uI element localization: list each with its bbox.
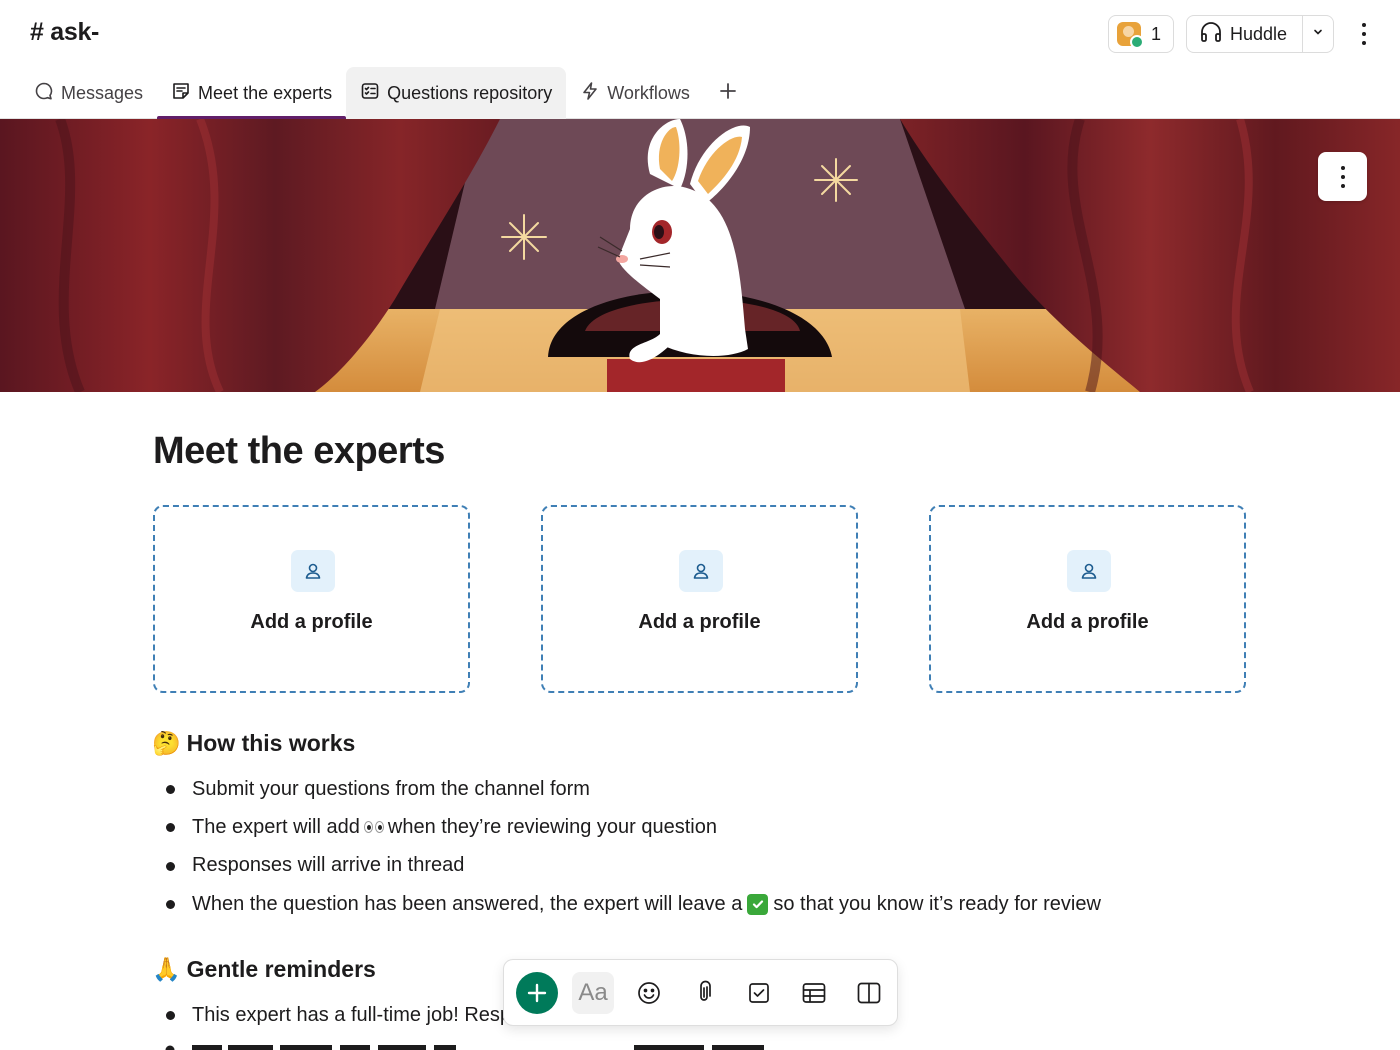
banner-options-button[interactable] — [1318, 152, 1367, 201]
huddle-button-group: Huddle — [1186, 15, 1334, 53]
members-count: 1 — [1151, 23, 1162, 44]
list-item: This expert has a full-time job! Resp — [164, 996, 511, 1034]
user-icon — [679, 550, 723, 592]
plus-icon — [527, 983, 547, 1002]
list-item-text: The expert will add — [192, 815, 360, 838]
user-icon — [291, 550, 335, 592]
checklist-button[interactable] — [738, 972, 779, 1014]
section-title: Gentle reminders — [186, 956, 376, 982]
more-vertical-icon — [1362, 23, 1366, 27]
how-it-works-heading: 🤔 How this works — [152, 730, 355, 757]
add-profile-label: Add a profile — [250, 611, 373, 633]
smiley-icon — [637, 981, 660, 1004]
tab-label: Questions repository — [387, 82, 553, 103]
list-item: Responses will arrive in thread — [164, 847, 1101, 885]
list-item-text: when they’re reviewing your question — [387, 815, 717, 838]
channel-header: # ask- 1 Huddle Messages Meet the expert… — [0, 0, 1400, 119]
gentle-reminders-list: This expert has a full-time job! Resp — [164, 996, 511, 1034]
tab-questions-repository[interactable]: Questions repository — [346, 67, 567, 119]
page-title: Meet the experts — [153, 430, 445, 472]
check-mark-emoji — [747, 893, 769, 915]
canvas-icon — [171, 81, 191, 106]
list-icon — [360, 81, 380, 106]
partially-hidden-text — [165, 1045, 764, 1050]
emoji-button[interactable] — [628, 972, 669, 1014]
more-options-button[interactable] — [1352, 19, 1376, 49]
channel-title[interactable]: # ask- — [30, 18, 99, 47]
checkbox-icon — [748, 982, 769, 1003]
magician-rabbit-illustration — [0, 119, 1400, 392]
add-profile-card[interactable]: Add a profile — [153, 505, 470, 693]
tab-workflows[interactable]: Workflows — [566, 67, 704, 119]
list-item-text: so that you know it’s ready for review — [773, 892, 1101, 915]
tab-label: Meet the experts — [198, 82, 333, 103]
tab-messages[interactable]: Messages — [20, 67, 157, 119]
table-button[interactable] — [793, 972, 834, 1014]
add-profile-card[interactable]: Add a profile — [929, 505, 1246, 693]
paperclip-icon — [699, 980, 711, 1001]
folded-hands-emoji: 🙏 — [152, 956, 181, 982]
add-profile-card[interactable]: Add a profile — [541, 505, 858, 693]
add-profile-label: Add a profile — [638, 611, 761, 633]
avatar — [1117, 22, 1144, 49]
list-item: The expert will add when they’re reviewi… — [164, 808, 1101, 846]
add-tab-button[interactable] — [704, 67, 752, 119]
tab-label: Workflows — [607, 82, 690, 103]
hero-banner — [0, 119, 1400, 392]
channel-tabs: Messages Meet the experts Questions repo… — [20, 67, 752, 119]
list-item: Submit your questions from the channel f… — [164, 770, 1101, 808]
gentle-reminders-heading: 🙏 Gentle reminders — [152, 956, 376, 983]
tab-label: Messages — [61, 82, 144, 103]
list-item-text: When the question has been answered, the… — [192, 892, 743, 915]
text-format-button[interactable]: Aa — [572, 971, 614, 1014]
tab-meet-the-experts[interactable]: Meet the experts — [157, 67, 347, 119]
eyes-emoji — [363, 821, 384, 834]
members-button[interactable]: 1 — [1108, 15, 1174, 53]
list-item: When the question has been answered, the… — [164, 885, 1101, 923]
list-item-text: Responses will arrive in thread — [192, 854, 465, 877]
user-icon — [1067, 550, 1111, 592]
plus-icon — [718, 81, 738, 106]
insert-button[interactable] — [516, 971, 558, 1014]
layout-button[interactable] — [848, 972, 889, 1014]
huddle-button[interactable]: Huddle — [1187, 16, 1304, 52]
chat-bubble-icon — [34, 81, 54, 106]
attach-button[interactable] — [683, 972, 724, 1014]
lightning-icon — [580, 81, 600, 106]
section-title: How this works — [186, 730, 356, 756]
headphones-icon — [1199, 20, 1223, 49]
thinking-face-emoji: 🤔 — [152, 730, 181, 756]
how-it-works-list: Submit your questions from the channel f… — [164, 770, 1101, 923]
list-item-text: This expert has a full-time job! Resp — [192, 1003, 512, 1026]
more-vertical-icon — [1340, 165, 1345, 170]
table-icon — [802, 982, 825, 1003]
huddle-label: Huddle — [1230, 23, 1288, 44]
chevron-down-icon — [1312, 25, 1324, 43]
canvas-insert-toolbar: Aa — [503, 959, 898, 1026]
columns-icon — [857, 982, 880, 1003]
list-item-text: Submit your questions from the channel f… — [192, 777, 590, 800]
huddle-options-button[interactable] — [1303, 25, 1333, 43]
add-profile-label: Add a profile — [1026, 611, 1149, 633]
